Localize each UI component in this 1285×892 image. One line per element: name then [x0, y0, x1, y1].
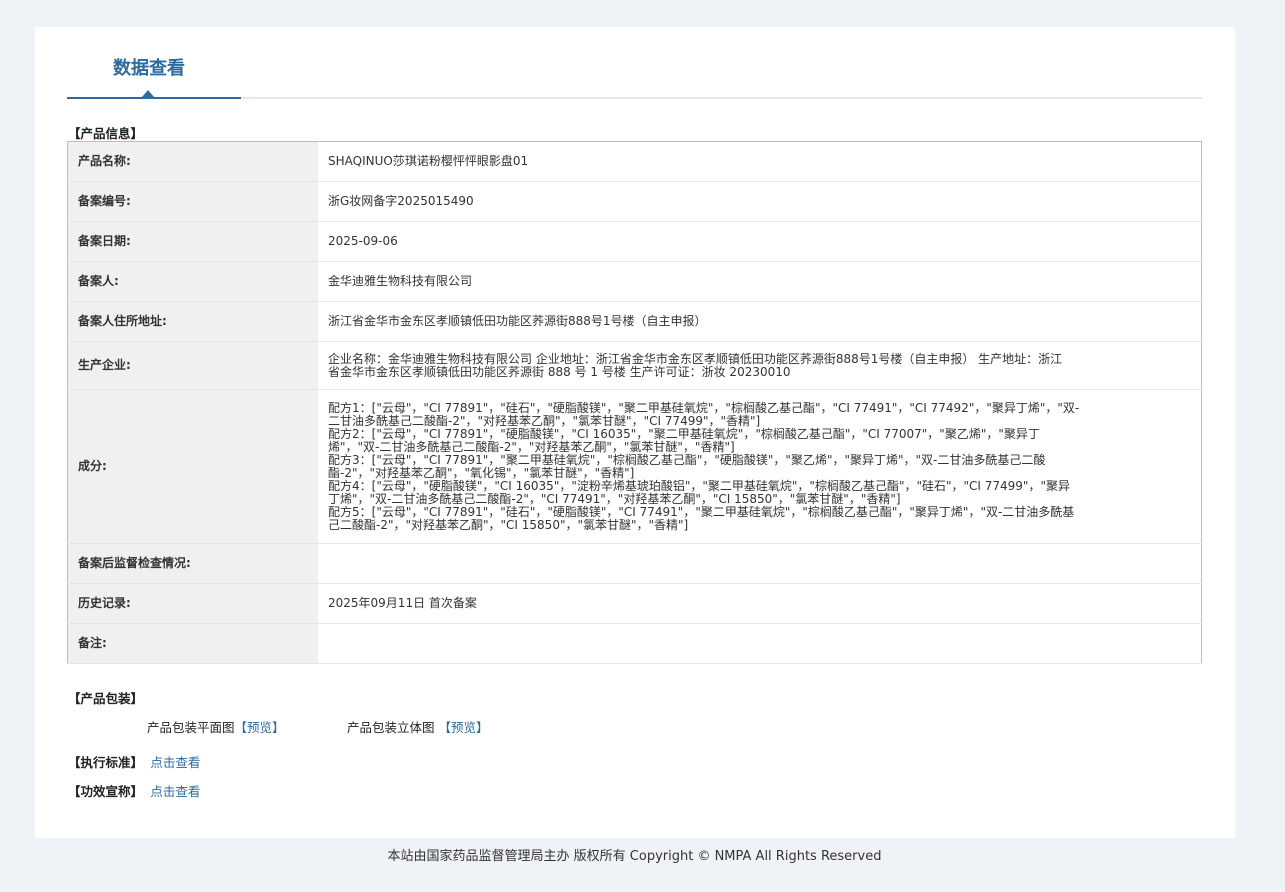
history-value: 2025年09月11日 首次备案	[318, 583, 1202, 624]
packaging-solid-preview-link[interactable]: 【预览】	[439, 720, 489, 735]
efficacy-section-title: 【功效宣称】	[68, 784, 144, 799]
manufacturer-value: 企业名称：金华迪雅生物科技有限公司 企业地址：浙江省金华市金东区孝顺镇低田功能区…	[318, 341, 1202, 390]
row-label: 历史记录:	[67, 583, 318, 624]
tab-bar: 数据查看	[67, 27, 1202, 99]
table-row: 历史记录: 2025年09月11日 首次备案	[67, 583, 1202, 624]
ingredient-line: 己二酸酯-2"，"对羟基苯乙酮"，"CI 15850"，"氯苯甘醚"，"香精"]	[328, 517, 689, 532]
ingredient-line: 烯"，"双-二甘油多酰基己二酸酯-2"，"对羟基苯乙酮"，"氯苯甘醚"，"香精"…	[328, 439, 735, 454]
ingredient-line: 配方3：["云母"，"CI 77891"，"聚二甲基硅氧烷"，"棕榈酸乙基己酯"…	[328, 452, 1046, 467]
main-panel: 数据查看 【产品信息】 产品名称: SHAQINUO莎琪诺粉樱怦怦眼影盘01 备…	[35, 27, 1235, 838]
efficacy-row: 【功效宣称】 点击查看	[68, 781, 200, 800]
tab-data-view[interactable]: 数据查看	[113, 54, 185, 80]
table-row: 备案人住所地址: 浙江省金华市金东区孝顺镇低田功能区荞源街888号1号楼（自主申…	[67, 301, 1202, 342]
row-label: 生产企业:	[67, 341, 318, 390]
filer-value: 金华迪雅生物科技有限公司	[318, 261, 1202, 302]
table-row: 生产企业: 企业名称：金华迪雅生物科技有限公司 企业地址：浙江省金华市金东区孝顺…	[67, 341, 1202, 390]
product-info-table: 产品名称: SHAQINUO莎琪诺粉樱怦怦眼影盘01 备案编号: 浙G妆网备字2…	[67, 141, 1202, 664]
filer-address-value: 浙江省金华市金东区孝顺镇低田功能区荞源街888号1号楼（自主申报）	[318, 301, 1202, 342]
packaging-flat-item: 产品包装平面图【预览】	[147, 717, 285, 736]
ingredient-line: 二甘油多酰基己二酸酯-2"，"对羟基苯乙酮"，"氯苯甘醚"，"CI 77499"…	[328, 413, 761, 428]
efficacy-view-link[interactable]: 点击查看	[150, 784, 200, 799]
filing-number-value: 浙G妆网备字2025015490	[318, 181, 1202, 222]
table-row: 成分: 配方1：["云母"，"CI 77891"，"硅石"，"硬脂酸镁"，"聚二…	[67, 389, 1202, 544]
ingredient-line: 配方5：["云母"，"CI 77891"，"硅石"，"硬脂酸镁"，"CI 774…	[328, 504, 1075, 519]
table-row: 备案编号: 浙G妆网备字2025015490	[67, 181, 1202, 222]
standard-row: 【执行标准】 点击查看	[68, 752, 200, 771]
remarks-value	[318, 623, 1202, 664]
packaging-flat-label: 产品包装平面图	[147, 720, 235, 735]
table-row: 产品名称: SHAQINUO莎琪诺粉樱怦怦眼影盘01	[67, 141, 1202, 182]
packaging-solid-item: 产品包装立体图 【预览】	[347, 717, 489, 736]
table-row: 备案后监督检查情况:	[67, 543, 1202, 584]
row-label: 备案人住所地址:	[67, 301, 318, 342]
row-label: 备案后监督检查情况:	[67, 543, 318, 584]
row-label: 备案人:	[67, 261, 318, 302]
row-label: 产品名称:	[67, 141, 318, 182]
filing-date-value: 2025-09-06	[318, 221, 1202, 262]
active-tab-indicator	[142, 90, 154, 97]
ingredient-line: 配方4：["云母"，"硬脂酸镁"，"CI 16035"，"淀粉辛烯基琥珀酸铝"，…	[328, 478, 1070, 493]
standard-section-title: 【执行标准】	[68, 755, 144, 770]
product-name-value: SHAQINUO莎琪诺粉樱怦怦眼影盘01	[318, 141, 1202, 182]
table-row: 备注:	[67, 623, 1202, 664]
standard-view-link[interactable]: 点击查看	[150, 755, 200, 770]
manufacturer-line: 省金华市金东区孝顺镇低田功能区荞源街 888 号 1 号楼 生产许可证：浙妆 2…	[328, 364, 791, 379]
row-label: 备案编号:	[67, 181, 318, 222]
packaging-section-title: 【产品包装】	[68, 691, 144, 706]
row-label: 备案日期:	[67, 221, 318, 262]
ingredient-line: 酯-2"，"对羟基苯乙酮"，"氧化锡"，"氯苯甘醚"，"香精"]	[328, 465, 635, 480]
row-label: 成分:	[67, 389, 318, 544]
table-row: 备案日期: 2025-09-06	[67, 221, 1202, 262]
product-info-section-title: 【产品信息】	[68, 126, 144, 141]
supervision-value	[318, 543, 1202, 584]
packaging-flat-preview-link[interactable]: 【预览】	[235, 720, 285, 735]
table-row: 备案人: 金华迪雅生物科技有限公司	[67, 261, 1202, 302]
ingredients-value: 配方1：["云母"，"CI 77891"，"硅石"，"硬脂酸镁"，"聚二甲基硅氧…	[318, 389, 1202, 544]
ingredient-line: 丁烯"，"双-二甘油多酰基己二酸酯-2"，"CI 77491"，"对羟基苯乙酮"…	[328, 491, 901, 506]
ingredient-line: 配方1：["云母"，"CI 77891"，"硅石"，"硬脂酸镁"，"聚二甲基硅氧…	[328, 400, 1080, 415]
row-label: 备注:	[67, 623, 318, 664]
active-tab-underline	[67, 97, 241, 99]
packaging-solid-label: 产品包装立体图	[347, 720, 435, 735]
manufacturer-line: 企业名称：金华迪雅生物科技有限公司 企业地址：浙江省金华市金东区孝顺镇低田功能区…	[328, 351, 1063, 366]
footer-copyright: 本站由国家药品监督管理局主办 版权所有 Copyright © NMPA All…	[387, 849, 882, 864]
ingredient-line: 配方2：["云母"，"CI 77891"，"硬脂酸镁"，"CI 16035"，"…	[328, 426, 1040, 441]
